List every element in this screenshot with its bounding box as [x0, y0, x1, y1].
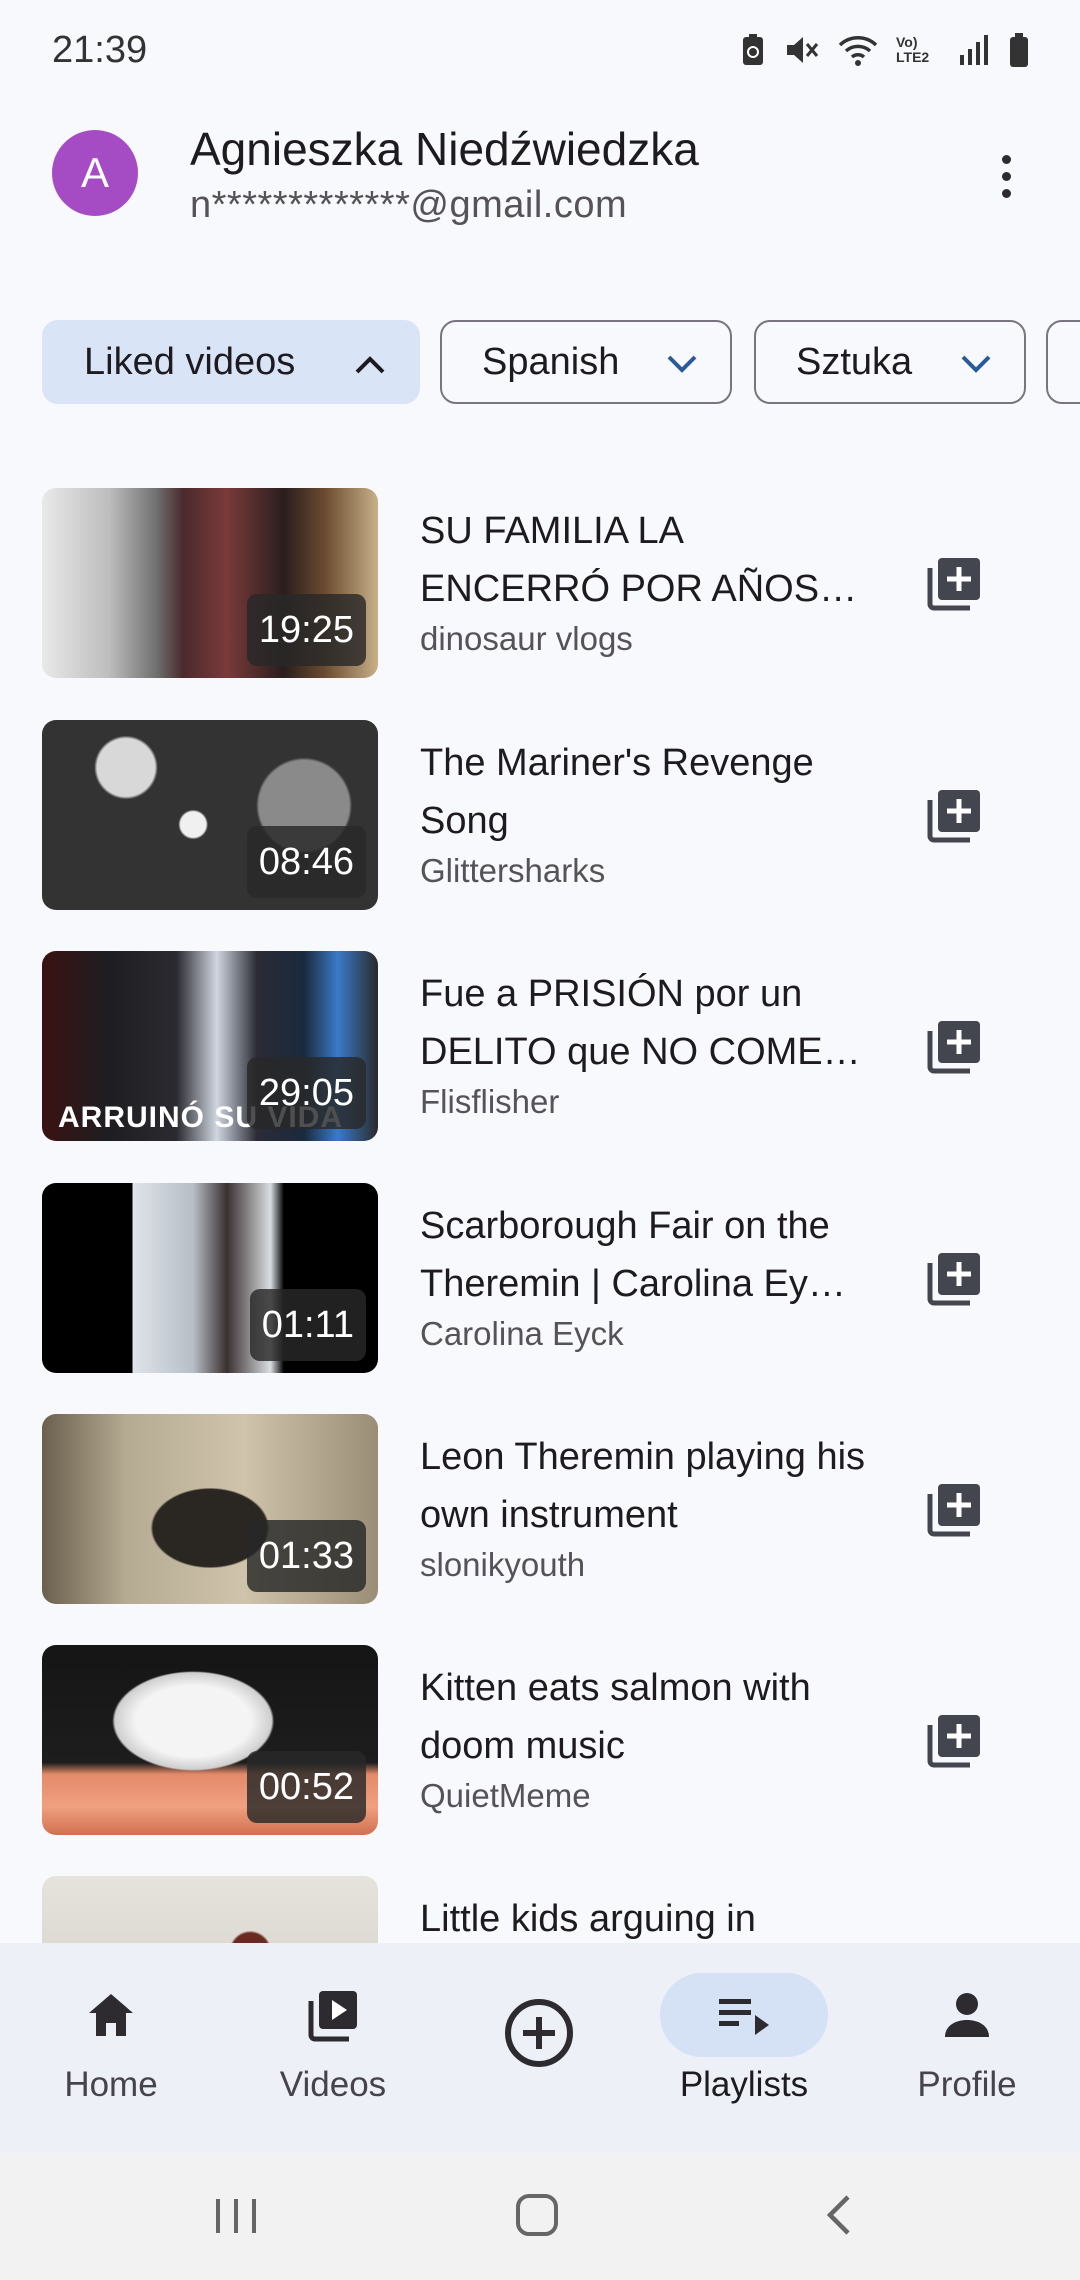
- avatar[interactable]: A: [52, 130, 138, 216]
- system-navigation-bar: [0, 2153, 1080, 2280]
- video-title: Fue a PRISIÓN por un DELITO que NO COME…: [420, 973, 861, 1073]
- bottom-navigation: Home Videos Playlists Profile: [0, 1943, 1080, 2153]
- video-channel: Glittersharks: [420, 852, 606, 889]
- add-to-playlist-icon[interactable]: [924, 786, 984, 846]
- video-duration: 19:25: [246, 594, 366, 666]
- video-title: Kitten eats salmon with doom music: [420, 1667, 811, 1767]
- more-options-button[interactable]: [976, 146, 1036, 206]
- nav-label: Playlists: [679, 2065, 809, 2104]
- chip-label: Spanish: [482, 340, 620, 383]
- video-duration: 29:05: [246, 1057, 366, 1129]
- chip-label: Sztuka: [796, 340, 913, 383]
- video-thumbnail[interactable]: 01:33: [42, 1414, 378, 1604]
- account-email: n*************@gmail.com: [190, 184, 628, 226]
- chevron-up-icon: [355, 356, 385, 374]
- video-title: SU FAMILIA LA ENCERRÓ POR AÑOS -…: [420, 510, 820, 610]
- nav-label: Videos: [279, 2065, 387, 2104]
- add-to-playlist-icon[interactable]: [924, 1017, 984, 1077]
- nav-label: Home: [64, 2065, 158, 2104]
- more-vert-icon: [1001, 154, 1011, 164]
- chip-liked-videos[interactable]: Liked videos: [42, 320, 420, 404]
- recent-apps-icon[interactable]: [208, 2185, 264, 2245]
- video-thumbnail[interactable]: ARRUINÓ SU VIDA 29:05: [42, 951, 378, 1141]
- wifi-icon: [838, 36, 878, 66]
- add-to-playlist-icon[interactable]: [924, 1711, 984, 1771]
- video-title: Little kids arguing in: [420, 1898, 756, 1940]
- nav-label: Profile: [917, 2065, 1017, 2104]
- video-thumbnail[interactable]: [42, 1876, 378, 1943]
- video-duration: 01:33: [246, 1520, 366, 1592]
- signal-icon: [960, 35, 988, 65]
- video-thumbnail[interactable]: 19:25: [42, 488, 378, 678]
- chevron-down-icon: [667, 355, 697, 373]
- filter-chips: Liked videos Spanish Sztuka: [0, 320, 1080, 406]
- list-item[interactable]: 19:25 SU FAMILIA LA ENCERRÓ POR AÑOS -… …: [0, 488, 1080, 678]
- nav-videos[interactable]: Videos: [233, 1973, 433, 2133]
- video-title: Leon Theremin playing his own instrument: [420, 1436, 866, 1536]
- battery-saver-icon: [743, 34, 763, 65]
- add-to-playlist-icon[interactable]: [924, 554, 984, 614]
- account-header: A Agnieszka Niedźwiedzka n*************@…: [0, 110, 1080, 240]
- list-item[interactable]: ARRUINÓ SU VIDA 29:05 Fue a PRISIÓN por …: [0, 951, 1080, 1141]
- nav-playlists[interactable]: Playlists: [644, 1973, 844, 2133]
- nav-profile[interactable]: Profile: [867, 1973, 1067, 2133]
- add-to-playlist-icon[interactable]: [924, 1480, 984, 1540]
- status-icons: Vo) LTE2: [740, 32, 1030, 68]
- home-button-icon[interactable]: [510, 2185, 566, 2245]
- add-to-playlist-icon[interactable]: [924, 1249, 984, 1309]
- video-channel: Carolina Eyck: [420, 1315, 624, 1352]
- video-duration: 00:52: [246, 1751, 366, 1823]
- network-label: Vo) LTE2: [896, 34, 930, 65]
- video-channel: dinosaur vlogs: [420, 620, 633, 657]
- status-bar: 21:39 Vo) LTE2: [0, 0, 1080, 100]
- video-library-icon: [308, 1991, 357, 2042]
- chip-label: Liked videos: [84, 340, 296, 383]
- nav-home[interactable]: Home: [11, 1973, 211, 2133]
- home-icon: [89, 1994, 133, 2036]
- chip-more[interactable]: [1046, 320, 1080, 404]
- battery-icon: [1010, 33, 1028, 67]
- chip-spanish[interactable]: Spanish: [440, 320, 732, 404]
- nav-create[interactable]: [439, 1973, 639, 2133]
- video-channel: slonikyouth: [420, 1546, 586, 1583]
- chevron-down-icon: [961, 355, 991, 373]
- list-item[interactable]: 00:52 Kitten eats salmon with doom music…: [0, 1645, 1080, 1835]
- add-circle-icon: [505, 1999, 573, 2067]
- video-channel: Flisflisher: [420, 1083, 560, 1120]
- back-icon[interactable]: [812, 2185, 868, 2245]
- playlist-play-icon: [719, 1999, 769, 2035]
- list-item[interactable]: 08:46 The Mariner's Revenge Song Glitter…: [0, 720, 1080, 910]
- mute-icon: [787, 37, 819, 63]
- list-item[interactable]: Little kids arguing in: [0, 1876, 1080, 1943]
- video-thumbnail[interactable]: 01:11: [42, 1183, 378, 1373]
- account-name: Agnieszka Niedźwiedzka: [190, 123, 699, 175]
- video-title: The Mariner's Revenge Song: [420, 742, 814, 842]
- video-thumbnail[interactable]: 00:52: [42, 1645, 378, 1835]
- chip-sztuka[interactable]: Sztuka: [754, 320, 1026, 404]
- list-item[interactable]: 01:33 Leon Theremin playing his own inst…: [0, 1414, 1080, 1604]
- list-item[interactable]: 01:11 Scarborough Fair on the Theremin |…: [0, 1183, 1080, 1373]
- video-channel: QuietMeme: [420, 1777, 591, 1814]
- video-list: 19:25 SU FAMILIA LA ENCERRÓ POR AÑOS -… …: [0, 488, 1080, 1943]
- status-time: 21:39: [52, 28, 148, 71]
- video-duration: 01:11: [249, 1289, 366, 1361]
- video-thumbnail[interactable]: 08:46: [42, 720, 378, 910]
- video-duration: 08:46: [246, 826, 366, 898]
- person-icon: [945, 1993, 989, 2037]
- video-title: Scarborough Fair on the Theremin | Carol…: [420, 1205, 846, 1305]
